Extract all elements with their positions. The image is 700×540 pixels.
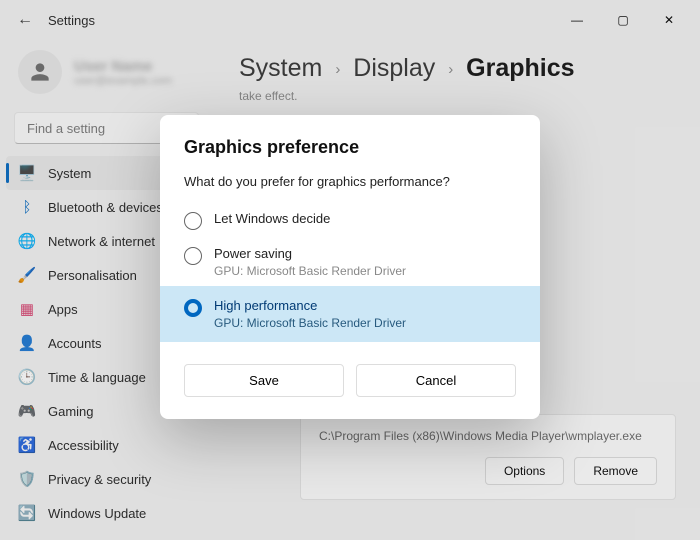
radio-icon	[184, 212, 202, 230]
radio-option-high-performance[interactable]: High performance GPU: Microsoft Basic Ren…	[160, 286, 540, 342]
radio-icon	[184, 299, 202, 317]
save-button[interactable]: Save	[184, 364, 344, 397]
radio-option-power-saving[interactable]: Power saving GPU: Microsoft Basic Render …	[160, 238, 540, 286]
dialog-title: Graphics preference	[184, 137, 516, 158]
radio-icon	[184, 247, 202, 265]
radio-option-let-windows-decide[interactable]: Let Windows decide	[160, 203, 540, 238]
option-label: Let Windows decide	[214, 211, 330, 226]
dialog-question: What do you prefer for graphics performa…	[184, 174, 516, 189]
option-label: Power saving	[214, 246, 406, 261]
graphics-preference-dialog: Graphics preference What do you prefer f…	[160, 115, 540, 419]
cancel-button[interactable]: Cancel	[356, 364, 516, 397]
option-label: High performance	[214, 298, 406, 313]
option-sublabel: GPU: Microsoft Basic Render Driver	[214, 264, 406, 278]
option-sublabel: GPU: Microsoft Basic Render Driver	[214, 316, 406, 330]
modal-overlay: Graphics preference What do you prefer f…	[0, 0, 700, 540]
